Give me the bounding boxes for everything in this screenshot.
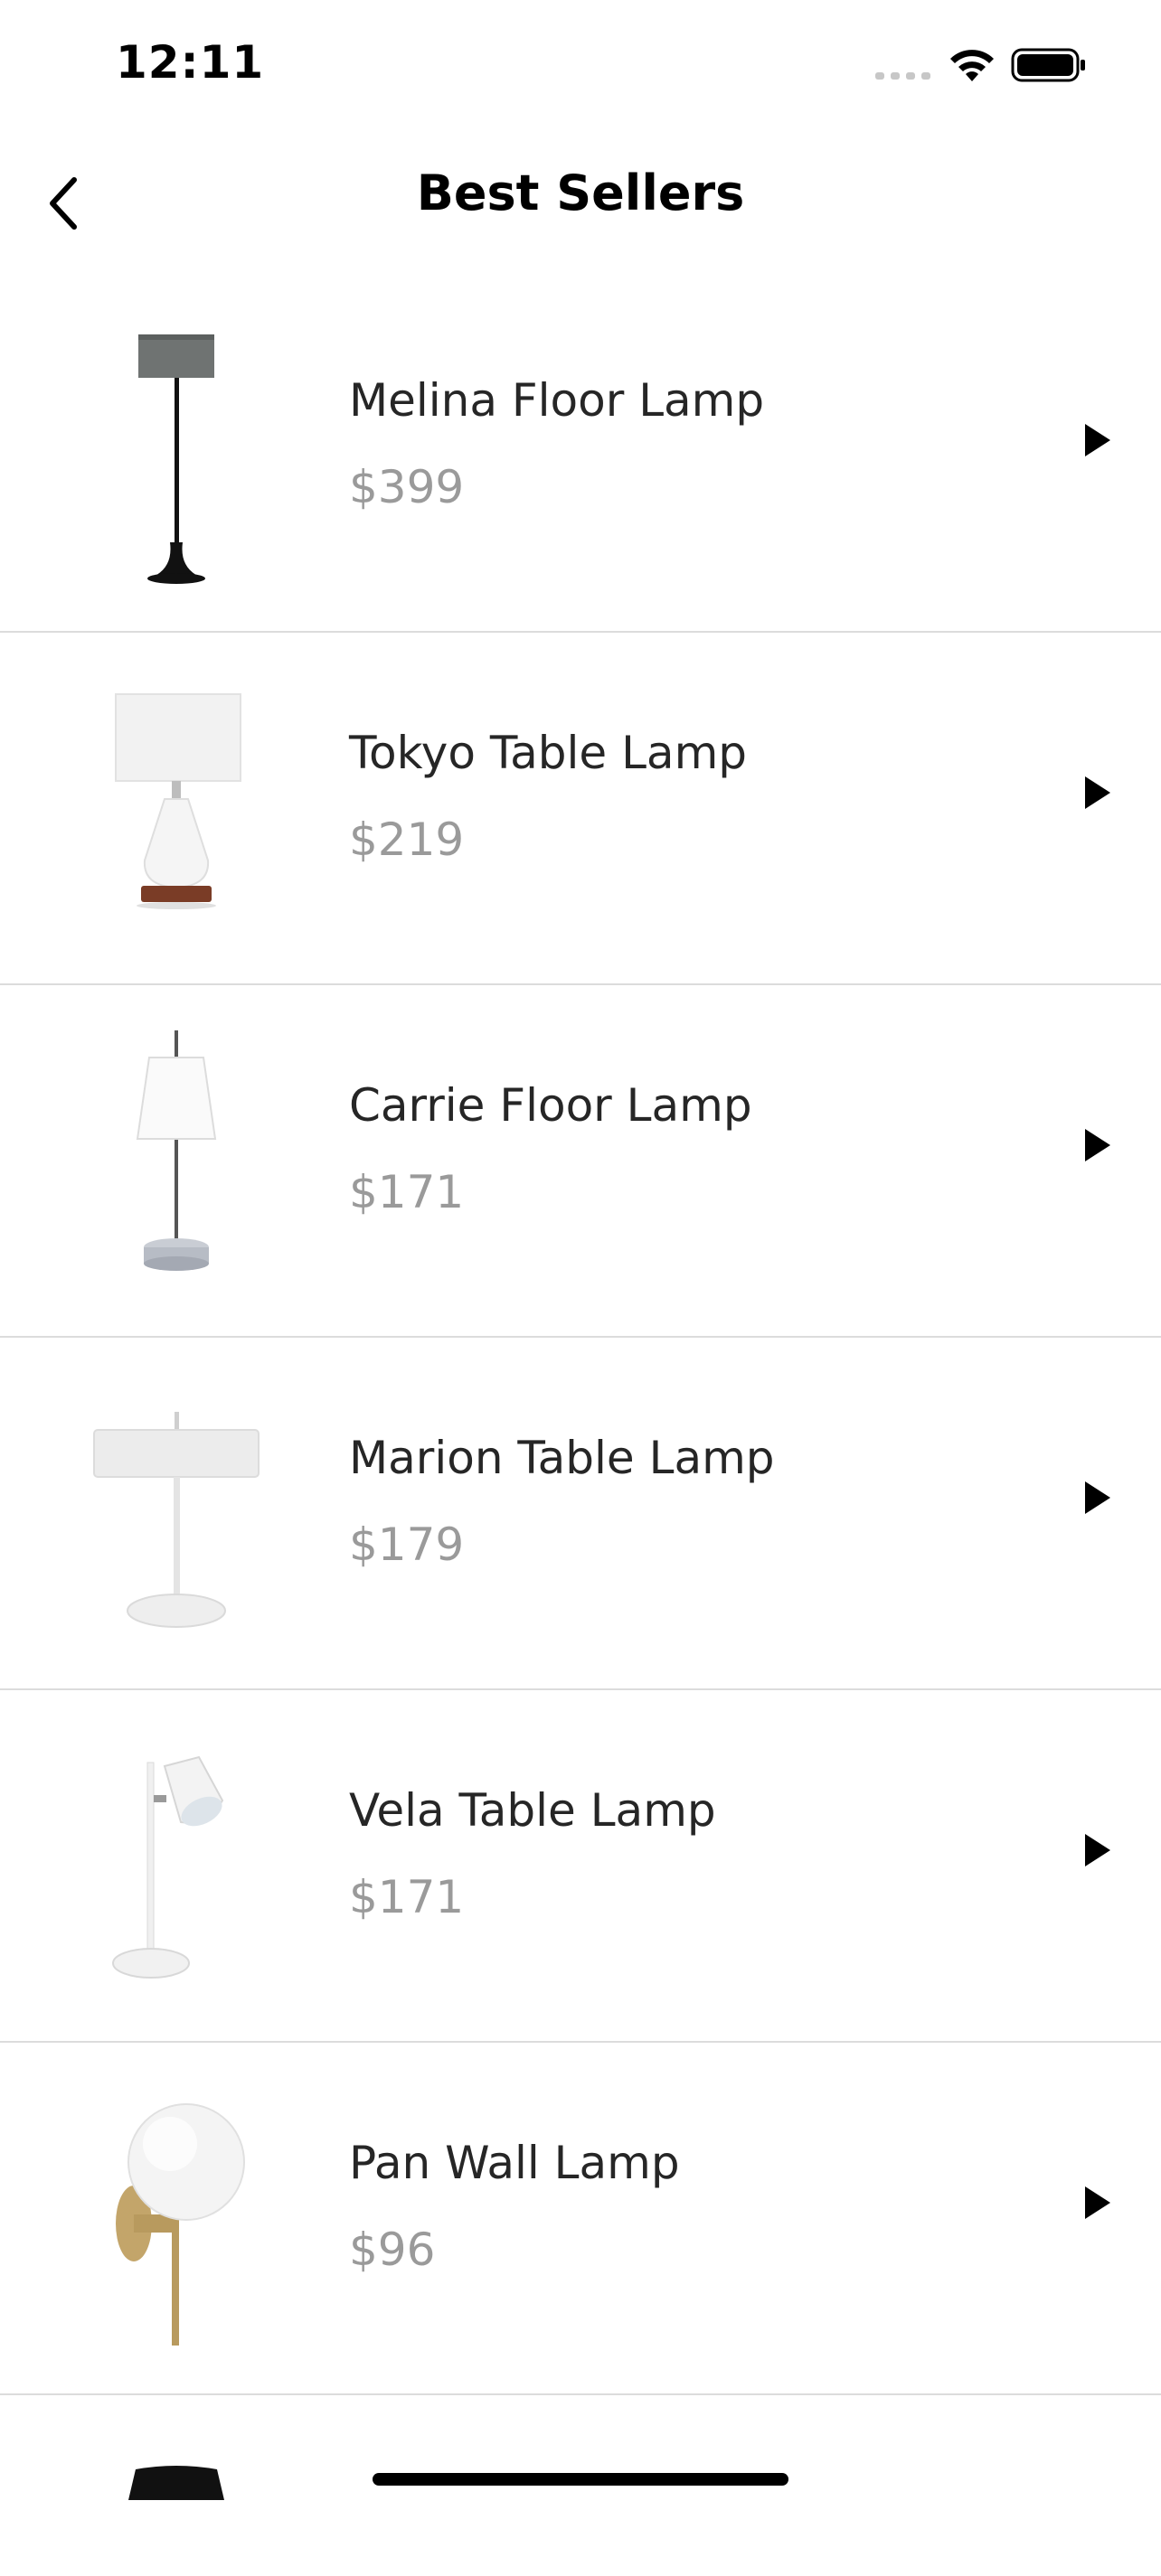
play-arrow-icon — [1085, 776, 1110, 809]
wifi-icon — [950, 50, 994, 81]
product-price: $96 — [349, 2223, 436, 2276]
navigation-bar: Best Sellers — [0, 127, 1161, 280]
list-item-partial[interactable] — [0, 2395, 1161, 2576]
battery-icon — [1011, 48, 1085, 82]
product-name: Vela Table Lamp — [349, 1784, 716, 1837]
table-lamp-thumbnail — [112, 1755, 224, 1979]
status-time: 12:11 — [116, 36, 265, 89]
product-name: Carrie Floor Lamp — [349, 1079, 752, 1132]
product-name: Tokyo Table Lamp — [349, 727, 748, 779]
product-price: $219 — [349, 813, 465, 866]
floor-lamp-thumbnail — [138, 334, 214, 584]
home-indicator[interactable] — [373, 2473, 788, 2486]
product-price: $171 — [349, 1166, 465, 1218]
table-lamp-thumbnail — [93, 1412, 260, 1628]
table-lamp-thumbnail — [115, 693, 241, 909]
product-row[interactable]: Pan Wall Lamp $96 — [0, 2043, 1161, 2395]
play-arrow-icon — [1085, 1834, 1110, 1866]
status-bar: 12:11 — [0, 0, 1161, 127]
product-name: Pan Wall Lamp — [349, 2137, 680, 2189]
product-row[interactable]: Melina Floor Lamp $399 — [0, 280, 1161, 633]
product-price: $171 — [349, 1871, 465, 1923]
product-row[interactable]: Marion Table Lamp $179 — [0, 1338, 1161, 1690]
product-list: Melina Floor Lamp $399 Tokyo Table Lamp … — [0, 280, 1161, 2576]
play-arrow-icon — [1085, 424, 1110, 456]
play-arrow-icon — [1085, 1129, 1110, 1161]
lamp-thumbnail — [128, 2466, 224, 2500]
wall-lamp-thumbnail — [116, 2103, 245, 2346]
product-name: Melina Floor Lamp — [349, 374, 765, 427]
product-price: $399 — [349, 461, 465, 513]
product-row[interactable]: Carrie Floor Lamp $171 — [0, 985, 1161, 1338]
cellular-signal-icon — [875, 72, 930, 80]
product-row[interactable]: Vela Table Lamp $171 — [0, 1690, 1161, 2043]
product-name: Marion Table Lamp — [349, 1432, 775, 1484]
product-price: $179 — [349, 1518, 465, 1571]
floor-lamp-thumbnail — [136, 1030, 217, 1271]
play-arrow-icon — [1085, 1481, 1110, 1514]
page-title: Best Sellers — [416, 165, 745, 221]
product-row[interactable]: Tokyo Table Lamp $219 — [0, 633, 1161, 985]
play-arrow-icon — [1085, 2186, 1110, 2219]
